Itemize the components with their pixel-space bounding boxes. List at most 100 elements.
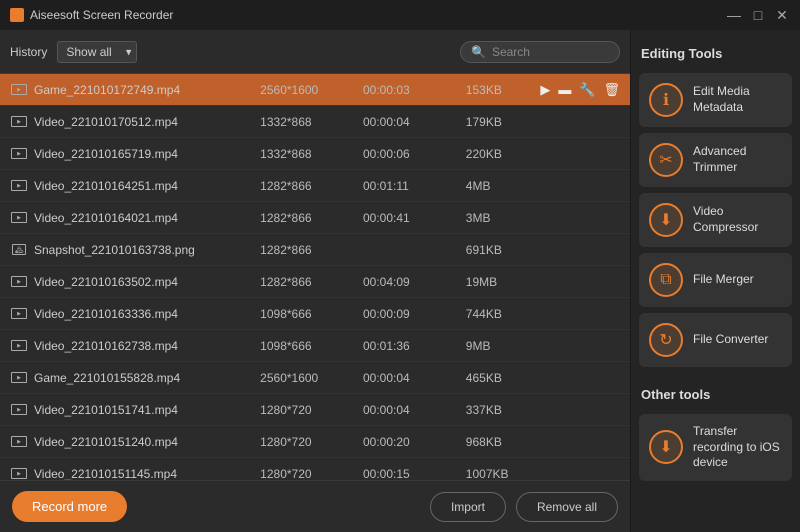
tool-card-file-converter[interactable]: ↻ File Converter	[639, 313, 792, 367]
other-tool-cards: ⬇ Transfer recording to iOS device	[639, 414, 792, 487]
file-duration: 00:00:41	[363, 211, 466, 225]
file-size: 4MB	[466, 179, 538, 193]
file-row[interactable]: Video_221010163502.mp41282*86600:04:0919…	[0, 266, 630, 298]
file-row[interactable]: Video_221010151240.mp41280*72000:00:2096…	[0, 426, 630, 458]
file-row[interactable]: Video_221010163336.mp41098*66600:00:0974…	[0, 298, 630, 330]
file-type-icon	[10, 403, 28, 417]
file-actions: ▶ ▬ 🔧 🗑	[538, 82, 620, 98]
edit-metadata-icon: ℹ	[649, 83, 683, 117]
advanced-trimmer-icon: ✂	[649, 143, 683, 177]
transfer-ios-icon: ⬇	[649, 430, 683, 464]
file-duration: 00:01:36	[363, 339, 466, 353]
file-resolution: 1282*866	[260, 243, 363, 257]
file-converter-icon: ↻	[649, 323, 683, 357]
tool-card-video-compressor[interactable]: ⬇ Video Compressor	[639, 193, 792, 247]
video-compressor-label: Video Compressor	[693, 204, 782, 235]
file-size: 1007KB	[466, 467, 538, 481]
history-select-wrapper[interactable]: Show all Video Audio Image	[57, 41, 137, 63]
file-converter-label: File Converter	[693, 332, 768, 348]
history-select[interactable]: Show all Video Audio Image	[57, 41, 137, 63]
file-name: Video_221010165719.mp4	[34, 147, 260, 161]
file-duration: 00:00:04	[363, 403, 466, 417]
left-panel: History Show all Video Audio Image 🔍 Gam…	[0, 30, 630, 532]
file-type-icon	[10, 83, 28, 97]
file-name: Video_221010151741.mp4	[34, 403, 260, 417]
file-type-icon	[10, 339, 28, 353]
file-duration: 00:04:09	[363, 275, 466, 289]
file-duration: 00:00:04	[363, 371, 466, 385]
edit-button[interactable]: 🔧	[579, 82, 595, 98]
file-duration: 00:00:09	[363, 307, 466, 321]
tool-card-edit-metadata[interactable]: ℹ Edit Media Metadata	[639, 73, 792, 127]
file-resolution: 1098*666	[260, 307, 363, 321]
title-bar: Aiseesoft Screen Recorder — □ ✕	[0, 0, 800, 30]
file-row[interactable]: Video_221010164021.mp41282*86600:00:413M…	[0, 202, 630, 234]
file-type-icon	[10, 147, 28, 161]
file-size: 3MB	[466, 211, 538, 225]
file-row[interactable]: Video_221010164251.mp41282*86600:01:114M…	[0, 170, 630, 202]
file-type-icon	[10, 371, 28, 385]
file-type-icon	[10, 179, 28, 193]
file-name: Video_221010162738.mp4	[34, 339, 260, 353]
title-bar-controls: — □ ✕	[726, 7, 790, 24]
import-button[interactable]: Import	[430, 492, 506, 522]
file-name: Video_221010163502.mp4	[34, 275, 260, 289]
file-type-icon	[10, 307, 28, 321]
file-type-icon	[10, 115, 28, 129]
file-resolution: 1282*866	[260, 275, 363, 289]
edit-metadata-label: Edit Media Metadata	[693, 84, 782, 115]
file-resolution: 1280*720	[260, 467, 363, 481]
delete-button[interactable]: 🗑	[604, 82, 621, 98]
file-type-icon	[10, 467, 28, 481]
tool-card-advanced-trimmer[interactable]: ✂Advanced Trimmer	[639, 133, 792, 187]
title-bar-left: Aiseesoft Screen Recorder	[10, 8, 173, 22]
file-duration: 00:00:15	[363, 467, 466, 481]
file-duration: 00:00:06	[363, 147, 466, 161]
file-size: 9MB	[466, 339, 538, 353]
file-name: Video_221010151240.mp4	[34, 435, 260, 449]
file-row[interactable]: Video_221010165719.mp41332*86800:00:0622…	[0, 138, 630, 170]
record-more-button[interactable]: Record more	[12, 491, 127, 522]
file-name: Game_221010172749.mp4	[34, 83, 260, 97]
search-input[interactable]	[492, 45, 612, 59]
right-panel: Editing Tools ℹEdit Media Metadata✂Advan…	[630, 30, 800, 532]
close-button[interactable]: ✕	[774, 7, 790, 24]
file-resolution: 1282*866	[260, 179, 363, 193]
search-box[interactable]: 🔍	[460, 41, 620, 63]
remove-all-button[interactable]: Remove all	[516, 492, 618, 522]
file-row[interactable]: Game_221010172749.mp42560*160000:00:0315…	[0, 74, 630, 106]
file-resolution: 1332*868	[260, 147, 363, 161]
file-size: 153KB	[466, 83, 538, 97]
tool-card-transfer-ios[interactable]: ⬇ Transfer recording to iOS device	[639, 414, 792, 481]
file-row[interactable]: Video_221010162738.mp41098*66600:01:369M…	[0, 330, 630, 362]
file-type-icon	[10, 243, 28, 257]
file-row[interactable]: Video_221010151741.mp41280*72000:00:0433…	[0, 394, 630, 426]
file-resolution: 2560*1600	[260, 83, 363, 97]
tool-cards: ℹ Edit Media Metadata ✂Advanced Trimmer ⬇ Vi…	[639, 73, 792, 373]
file-duration: 00:00:04	[363, 115, 466, 129]
file-row[interactable]: Snapshot_221010163738.png1282*866691KB	[0, 234, 630, 266]
file-duration: 00:00:03	[363, 83, 466, 97]
file-size: 337KB	[466, 403, 538, 417]
play-button[interactable]: ▶	[540, 82, 550, 98]
file-row[interactable]: Game_221010155828.mp42560*160000:00:0446…	[0, 362, 630, 394]
file-row[interactable]: Video_221010170512.mp41332*86800:00:0417…	[0, 106, 630, 138]
maximize-button[interactable]: □	[750, 7, 766, 24]
open-folder-button[interactable]: ▬	[558, 82, 571, 97]
file-resolution: 2560*1600	[260, 371, 363, 385]
file-size: 220KB	[466, 147, 538, 161]
file-name: Video_221010164251.mp4	[34, 179, 260, 193]
tool-card-file-merger[interactable]: ⧉File Merger	[639, 253, 792, 307]
file-name: Video_221010163336.mp4	[34, 307, 260, 321]
file-size: 19MB	[466, 275, 538, 289]
minimize-button[interactable]: —	[726, 7, 742, 24]
transfer-ios-label: Transfer recording to iOS device	[693, 424, 782, 471]
search-icon: 🔍	[471, 45, 486, 59]
video-compressor-icon: ⬇	[649, 203, 683, 237]
file-name: Video_221010164021.mp4	[34, 211, 260, 225]
file-list[interactable]: Game_221010172749.mp42560*160000:00:0315…	[0, 74, 630, 480]
bottom-bar: Record more Import Remove all	[0, 480, 630, 532]
file-name: Video_221010151145.mp4	[34, 467, 260, 481]
toolbar: History Show all Video Audio Image 🔍	[0, 30, 630, 74]
file-row[interactable]: Video_221010151145.mp41280*72000:00:1510…	[0, 458, 630, 480]
